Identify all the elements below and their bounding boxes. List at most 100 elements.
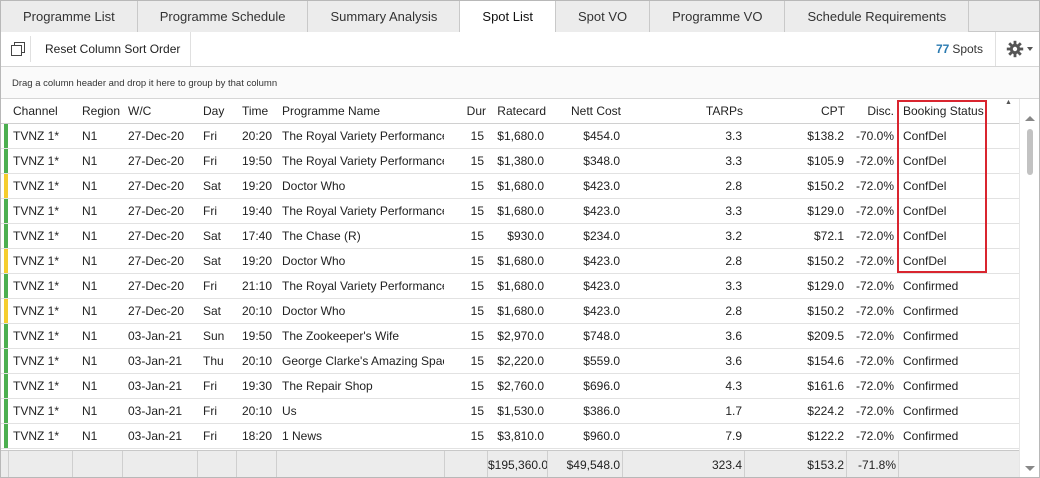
- scroll-thumb[interactable]: [1027, 129, 1033, 175]
- cell-tarps: 3.6: [725, 329, 742, 343]
- cell-region: N1: [82, 129, 98, 143]
- cell-dur: 15: [470, 429, 484, 443]
- cell-channel: TVNZ 1*: [13, 429, 60, 443]
- table-row[interactable]: TVNZ 1* N1 03-Jan-21 Fri 19:30 The Repair Sho…: [1, 374, 1019, 399]
- cell-dur: 15: [470, 129, 484, 143]
- table-row[interactable]: TVNZ 1* N1 27-Dec-20 Sat 17:40 The Chase (R) 1…: [1, 224, 1019, 249]
- table-row[interactable]: TVNZ 1* N1 03-Jan-21 Fri 18:20 1 News 15 $3,810…: [1, 424, 1019, 449]
- cell-day: Fri: [203, 129, 217, 143]
- cell-disc: -72.0%: [855, 204, 894, 218]
- table-row[interactable]: TVNZ 1* N1 27-Dec-20 Sat 19:20 Doctor Who 15 $1…: [1, 249, 1019, 274]
- cell-booking-status: Confirmed: [903, 354, 959, 368]
- cell-day: Fri: [203, 154, 217, 168]
- cell-region: N1: [82, 404, 98, 418]
- tab-programme-list[interactable]: Programme List: [1, 1, 138, 32]
- cell-wc: 03-Jan-21: [128, 404, 183, 418]
- grid-header: Channel Region W/C Day Time Programme Na…: [1, 99, 1019, 124]
- grid-rows: TVNZ 1* N1 27-Dec-20 Fri 20:20 The Royal Vari…: [1, 124, 1019, 449]
- cell-tarps: 2.8: [725, 254, 742, 268]
- cell-nett-cost: $386.0: [583, 404, 620, 418]
- table-row[interactable]: TVNZ 1* N1 03-Jan-21 Thu 20:10 George Clarke'…: [1, 349, 1019, 374]
- table-row[interactable]: TVNZ 1* N1 27-Dec-20 Sat 19:20 Doctor Who 15 $1…: [1, 174, 1019, 199]
- cell-cpt: $224.2: [807, 404, 844, 418]
- column-header-ratecard[interactable]: Ratecard: [488, 99, 546, 124]
- row-status-indicator: [4, 374, 8, 398]
- cell-dur: 15: [470, 204, 484, 218]
- cell-ratecard: $1,680.0: [497, 304, 544, 318]
- cell-channel: TVNZ 1*: [13, 329, 60, 343]
- cell-time: 17:40: [242, 229, 273, 243]
- table-row[interactable]: TVNZ 1* N1 27-Dec-20 Sat 20:10 Doctor Who 15 $1…: [1, 299, 1019, 324]
- column-header-booking-status[interactable]: Booking Status: [903, 99, 1003, 124]
- cell-ratecard: $1,680.0: [497, 179, 544, 193]
- column-header-programme-name[interactable]: Programme Name: [282, 99, 442, 124]
- column-header-time[interactable]: Time: [242, 99, 276, 124]
- scroll-up-icon[interactable]: [1025, 116, 1035, 121]
- grid-totals-row: $195,360.0 $49,548.0 323.4 $153.2 -71.8%: [1, 450, 1019, 477]
- column-header-dur[interactable]: Dur: [450, 99, 486, 124]
- column-header-disc[interactable]: Disc.: [847, 99, 894, 124]
- copy-button[interactable]: [5, 36, 31, 62]
- row-status-indicator: [4, 174, 8, 198]
- cell-cpt: $72.1: [813, 229, 844, 243]
- cell-ratecard: $930.0: [507, 229, 544, 243]
- totals-cell-wc: [123, 451, 198, 477]
- table-row[interactable]: TVNZ 1* N1 03-Jan-21 Sun 19:50 The Zookeeper'…: [1, 324, 1019, 349]
- column-header-channel[interactable]: Channel: [13, 99, 73, 124]
- reset-column-sort-button[interactable]: Reset Column Sort Order: [35, 32, 192, 66]
- cell-wc: 03-Jan-21: [128, 379, 183, 393]
- cell-dur: 15: [470, 229, 484, 243]
- cell-wc: 27-Dec-20: [128, 304, 185, 318]
- cell-tarps: 3.2: [725, 229, 742, 243]
- column-header-day[interactable]: Day: [203, 99, 237, 124]
- cell-wc: 27-Dec-20: [128, 129, 185, 143]
- vertical-scrollbar[interactable]: [1019, 99, 1039, 477]
- cell-programme-name: The Royal Variety Performance: [282, 279, 444, 293]
- tab-schedule-requirements[interactable]: Schedule Requirements: [785, 1, 970, 32]
- group-by-panel[interactable]: Drag a column header and drop it here to…: [1, 67, 1039, 99]
- cell-wc: 03-Jan-21: [128, 429, 183, 443]
- cell-channel: TVNZ 1*: [13, 204, 60, 218]
- cell-cpt: $138.2: [807, 129, 844, 143]
- scroll-down-icon[interactable]: [1025, 466, 1035, 471]
- column-header-region[interactable]: Region: [82, 99, 124, 124]
- tab-summary-analysis[interactable]: Summary Analysis: [308, 1, 461, 32]
- cell-region: N1: [82, 204, 98, 218]
- cell-region: N1: [82, 379, 98, 393]
- table-row[interactable]: TVNZ 1* N1 27-Dec-20 Fri 19:40 The Royal Vari…: [1, 199, 1019, 224]
- column-header-nett-cost[interactable]: Nett Cost: [548, 99, 621, 124]
- tab-programme-vo[interactable]: Programme VO: [650, 1, 786, 32]
- cell-channel: TVNZ 1*: [13, 254, 60, 268]
- cell-nett-cost: $234.0: [583, 229, 620, 243]
- copy-icon: [11, 42, 25, 56]
- cell-channel: TVNZ 1*: [13, 129, 60, 143]
- cell-time: 19:50: [242, 329, 273, 343]
- tab-spot-list[interactable]: Spot List: [460, 1, 556, 33]
- cell-wc: 27-Dec-20: [128, 254, 185, 268]
- column-header-cpt[interactable]: CPT: [745, 99, 845, 124]
- row-status-indicator: [4, 399, 8, 423]
- cell-region: N1: [82, 329, 98, 343]
- cell-booking-status: Confirmed: [903, 329, 959, 343]
- cell-time: 20:20: [242, 129, 273, 143]
- cell-nett-cost: $960.0: [583, 429, 620, 443]
- cell-cpt: $150.2: [807, 179, 844, 193]
- cell-dur: 15: [470, 329, 484, 343]
- table-row[interactable]: TVNZ 1* N1 27-Dec-20 Fri 19:50 The Royal Vari…: [1, 149, 1019, 174]
- column-header-tarps[interactable]: TARPs: [623, 99, 743, 124]
- cell-dur: 15: [470, 279, 484, 293]
- cell-tarps: 3.3: [725, 204, 742, 218]
- table-row[interactable]: TVNZ 1* N1 27-Dec-20 Fri 20:20 The Royal Vari…: [1, 124, 1019, 149]
- column-header-wc[interactable]: W/C: [128, 99, 188, 124]
- total-cpt: $153.2: [745, 451, 847, 477]
- cell-ratecard: $1,680.0: [497, 129, 544, 143]
- cell-tarps: 3.3: [725, 279, 742, 293]
- table-row[interactable]: TVNZ 1* N1 03-Jan-21 Fri 20:10 Us 15 $1,530.0 $3…: [1, 399, 1019, 424]
- table-row[interactable]: TVNZ 1* N1 27-Dec-20 Fri 21:10 The Royal Vari…: [1, 274, 1019, 299]
- cell-wc: 27-Dec-20: [128, 204, 185, 218]
- tab-spot-vo[interactable]: Spot VO: [556, 1, 651, 32]
- tab-programme-schedule[interactable]: Programme Schedule: [137, 1, 309, 32]
- cell-cpt: $105.9: [807, 154, 844, 168]
- total-disc: -71.8%: [847, 451, 899, 477]
- settings-menu-button[interactable]: [995, 32, 1039, 66]
